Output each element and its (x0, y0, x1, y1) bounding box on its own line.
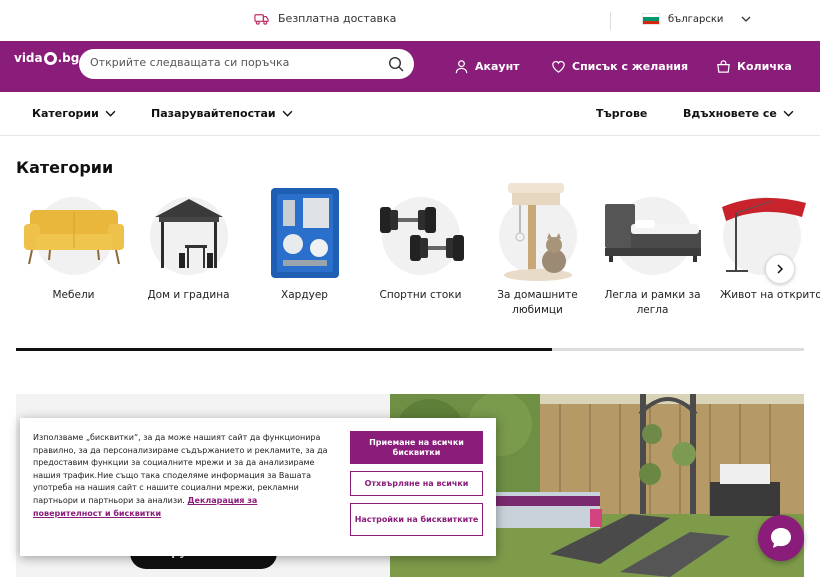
bulgaria-flag-icon (642, 13, 660, 25)
category-hardware[interactable]: Хардуер (247, 185, 362, 303)
wishlist-label: Списък с желания (572, 60, 689, 73)
sofa-image (23, 209, 124, 264)
nav-deals[interactable]: Търгове (596, 107, 647, 120)
search-bar (79, 49, 414, 79)
category-sports[interactable]: Спортни стоки (363, 185, 478, 303)
chat-bubble-icon (771, 528, 791, 548)
search-icon[interactable] (388, 56, 404, 72)
chat-button[interactable] (758, 515, 804, 561)
cart-label: Количка (737, 60, 792, 73)
category-home-garden[interactable]: Дом и градина (131, 185, 246, 303)
account-label: Акаунт (475, 60, 520, 73)
category-label: Мебели (52, 289, 95, 301)
accept-all-cookies-button[interactable]: Приемане на всички бисквитки (350, 431, 483, 464)
category-beds[interactable]: Легла и рамки за легла (595, 185, 710, 318)
nav-deals-label: Търгове (596, 107, 648, 120)
category-label: Хардуер (281, 289, 328, 301)
chevron-right-icon (777, 264, 784, 274)
categories-heading: Категории (16, 158, 114, 177)
dumbbells-image (379, 206, 464, 261)
category-furniture[interactable]: Мебели (16, 185, 131, 303)
category-label: Легла и рамки за легла (604, 289, 701, 316)
main-header: vida.bg Акаунт Списък с желания Количка (0, 41, 820, 92)
carousel-progress-fill (16, 348, 552, 351)
divider (610, 12, 611, 30)
free-shipping-text: Безплатна доставка (278, 12, 397, 25)
vidaxl-logo[interactable]: vida .bg (14, 51, 79, 65)
gazebo-image (154, 198, 223, 268)
cart-icon (717, 60, 730, 73)
nav-shop-rooms[interactable]: Пазарувайтепостаи (151, 107, 293, 120)
carousel-progress[interactable] (16, 348, 804, 351)
wishlist-link[interactable]: Списък с желания (551, 59, 688, 74)
free-shipping: Безплатна доставка (254, 11, 396, 26)
category-pets[interactable]: За домашните любимци (480, 182, 595, 318)
carousel-next-button[interactable] (765, 254, 795, 284)
truck-icon (254, 14, 269, 25)
bed-image (604, 203, 701, 262)
heart-icon (552, 61, 565, 73)
nav-shop-rooms-label: Пазарувайтепостаи (151, 107, 276, 120)
user-icon (455, 60, 468, 74)
cookie-text: Използваме „бисквитки“, за да може нашия… (33, 432, 328, 520)
search-input[interactable] (90, 56, 380, 69)
navigation-bar: Категории Пазарувайтепостаи Търгове Вдъх… (0, 92, 820, 136)
account-link[interactable]: Акаунт (454, 59, 520, 74)
chevron-down-icon (783, 110, 794, 117)
nav-categories[interactable]: Категории (32, 107, 116, 120)
cookie-description: Използваме „бисквитки“, за да може нашия… (33, 433, 328, 505)
category-label: Живот на открито (720, 289, 820, 301)
nav-inspiration[interactable]: Вдъхновете се (683, 107, 794, 120)
top-bar: Безплатна доставка български (0, 0, 820, 41)
cookie-settings-button[interactable]: Настройки на бисквитките (350, 503, 483, 536)
chevron-down-icon (741, 16, 751, 22)
cat-tree-image (503, 182, 572, 281)
language-selector[interactable]: български (642, 13, 751, 25)
cart-link[interactable]: Количка (716, 59, 792, 74)
category-label: Дом и градина (147, 289, 230, 301)
language-label: български (668, 13, 724, 25)
nav-categories-label: Категории (32, 107, 99, 120)
category-outdoor[interactable]: Живот на открито (712, 185, 820, 303)
nav-inspiration-label: Вдъхновете се (683, 107, 777, 120)
chevron-down-icon (282, 110, 293, 117)
cookie-consent-banner: Използваме „бисквитки“, за да може нашия… (20, 418, 496, 556)
reject-all-cookies-button[interactable]: Отхвърляне на всички (350, 471, 483, 496)
category-label: Спортни стоки (379, 289, 462, 301)
toolcase-image (270, 187, 339, 278)
category-label: За домашните любимци (497, 289, 578, 316)
chevron-down-icon (105, 110, 116, 117)
